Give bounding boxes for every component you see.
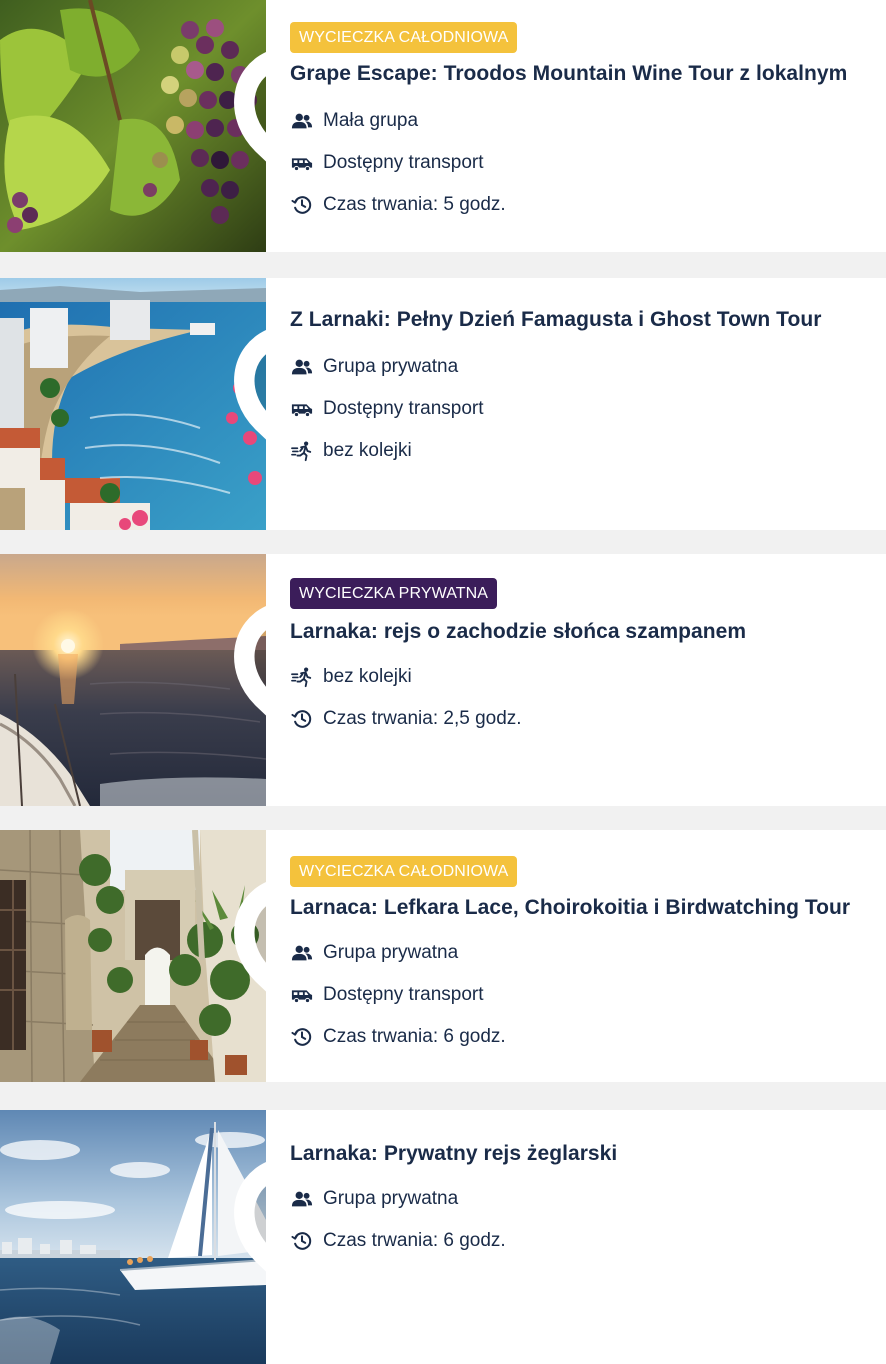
tour-image[interactable] (0, 278, 266, 530)
favorite-heart-icon[interactable] (216, 844, 266, 992)
tour-type-badge: WYCIECZKA PRYWATNA (290, 578, 498, 609)
feature-label: Dostępny transport (323, 398, 484, 419)
tour-content: WYCIECZKA PRYWATNA Larnaka: rejs o zacho… (290, 554, 886, 806)
skip-line-icon (290, 665, 314, 689)
group-icon (290, 355, 314, 379)
tour-card[interactable]: Z Larnaki: Pełny Dzień Famagusta i Ghost… (0, 278, 886, 530)
feature-label: Dostępny transport (323, 984, 484, 1005)
feature-label: Czas trwania: 6 godz. (323, 1026, 506, 1047)
tour-feature-group: Grupa prywatna (290, 940, 458, 966)
tour-card[interactable]: WYCIECZKA CAŁODNIOWA Grape Escape: Trood… (0, 0, 886, 252)
tour-card[interactable]: Larnaka: Prywatny rejs żeglarski Grupa p… (0, 1110, 886, 1364)
tour-feature-duration: Czas trwania: 2,5 godz. (290, 706, 522, 732)
tour-image[interactable] (0, 554, 266, 806)
group-icon (290, 1187, 314, 1211)
tour-feature-transport: Dostępny transport (290, 982, 484, 1008)
feature-label: Czas trwania: 2,5 godz. (323, 708, 522, 729)
tour-feature-transport: Dostępny transport (290, 396, 484, 422)
feature-label: Dostępny transport (323, 152, 484, 173)
clock-icon (290, 707, 314, 731)
tour-content: Larnaka: Prywatny rejs żeglarski Grupa p… (290, 1110, 886, 1362)
skip-line-icon (290, 439, 314, 463)
group-icon (290, 941, 314, 965)
feature-label: Mała grupa (323, 110, 419, 131)
tour-image[interactable] (0, 830, 266, 1082)
tour-feature-group: Grupa prywatna (290, 354, 458, 380)
tour-card[interactable]: WYCIECZKA PRYWATNA Larnaka: rejs o zacho… (0, 554, 886, 806)
feature-label: bez kolejki (323, 440, 412, 461)
clock-icon (290, 193, 314, 217)
feature-label: bez kolejki (323, 666, 412, 687)
transport-icon (290, 397, 314, 421)
tour-feature-skip-line: bez kolejki (290, 664, 412, 690)
tour-title[interactable]: Z Larnaki: Pełny Dzień Famagusta i Ghost… (290, 308, 821, 332)
feature-label: Czas trwania: 5 godz. (323, 194, 506, 215)
tour-card[interactable]: WYCIECZKA CAŁODNIOWA Larnaca: Lefkara La… (0, 830, 886, 1082)
feature-label: Czas trwania: 6 godz. (323, 1230, 506, 1251)
tour-content: WYCIECZKA CAŁODNIOWA Larnaca: Lefkara La… (290, 830, 886, 1082)
group-icon (290, 109, 314, 133)
clock-icon (290, 1229, 314, 1253)
tour-title[interactable]: Larnaca: Lefkara Lace, Choirokoitia i Bi… (290, 896, 850, 920)
tour-title[interactable]: Grape Escape: Troodos Mountain Wine Tour… (290, 62, 847, 86)
favorite-heart-icon[interactable] (216, 292, 266, 440)
transport-icon (290, 151, 314, 175)
feature-label: Grupa prywatna (323, 942, 459, 963)
tour-feature-duration: Czas trwania: 6 godz. (290, 1024, 506, 1050)
tour-content: Z Larnaki: Pełny Dzień Famagusta i Ghost… (290, 278, 886, 530)
tour-title[interactable]: Larnaka: Prywatny rejs żeglarski (290, 1142, 617, 1166)
clock-icon (290, 1025, 314, 1049)
tour-image[interactable] (0, 1110, 266, 1364)
tour-image[interactable] (0, 0, 266, 252)
favorite-heart-icon[interactable] (216, 14, 266, 162)
tour-type-badge: WYCIECZKA CAŁODNIOWA (290, 22, 518, 53)
tour-feature-transport: Dostępny transport (290, 150, 484, 176)
tour-feature-skip-line: bez kolejki (290, 438, 412, 464)
tour-feature-duration: Czas trwania: 5 godz. (290, 192, 506, 218)
feature-label: Grupa prywatna (323, 356, 459, 377)
feature-label: Grupa prywatna (323, 1188, 459, 1209)
tour-content: WYCIECZKA CAŁODNIOWA Grape Escape: Trood… (290, 0, 886, 252)
tour-type-badge: WYCIECZKA CAŁODNIOWA (290, 856, 518, 887)
tour-title[interactable]: Larnaka: rejs o zachodzie słońca szampan… (290, 620, 746, 644)
favorite-heart-icon[interactable] (216, 1124, 266, 1272)
tour-feature-duration: Czas trwania: 6 godz. (290, 1228, 506, 1254)
tour-feature-group: Mała grupa (290, 108, 418, 134)
favorite-heart-icon[interactable] (216, 568, 266, 716)
tour-feature-group: Grupa prywatna (290, 1186, 458, 1212)
transport-icon (290, 983, 314, 1007)
